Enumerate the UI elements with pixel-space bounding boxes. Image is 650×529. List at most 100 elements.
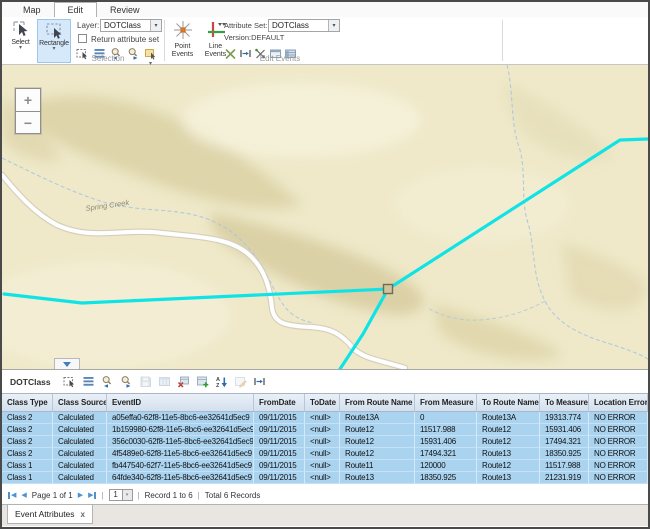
selection-group-label: Selection [82, 54, 134, 63]
last-page-button[interactable]: ▶ [88, 491, 96, 499]
select-by-rectangle-icon[interactable] [63, 375, 76, 388]
point-events-button[interactable]: Point Events [166, 19, 199, 59]
table-toolbar-icons [63, 375, 272, 388]
remove-record-icon[interactable] [177, 375, 190, 388]
page-number-arrow-icon[interactable]: ▾ [123, 489, 133, 501]
table-cell: 4f5489e0-62f8-11e5-8bc6-ee32641d5ec9 [107, 448, 254, 460]
table-row[interactable]: Class 1Calculatedfb447540-62f7-11e5-8bc6… [2, 460, 648, 472]
table-cell: Route12 [477, 436, 540, 448]
table-cell: 09/11/2015 [254, 460, 305, 472]
layer-combobox-arrow-icon[interactable]: ▾ [150, 20, 161, 31]
column-header[interactable]: FromDate [254, 394, 305, 412]
open-table-icon[interactable] [158, 375, 171, 388]
record-range-status: Record 1 to 6 [145, 491, 193, 500]
page-number-dropdown[interactable]: 1 ▾ [109, 489, 133, 501]
column-header[interactable]: From Route Name [340, 394, 415, 412]
map-zoom-control: + − [15, 88, 41, 134]
table-cell: Class 2 [2, 424, 53, 436]
save-edits-icon[interactable] [139, 375, 152, 388]
table-row[interactable]: Class 2Calculated4f5489e0-62f8-11e5-8bc6… [2, 448, 648, 460]
table-cell: 64fde340-62f8-11e5-8bc6-ee32641d5ec9 [107, 472, 254, 484]
return-attribute-set-label: Return attribute set [91, 35, 159, 44]
table-cell: <null> [305, 448, 340, 460]
pagination-bar: ◀ ◀ Page 1 of 1 ▶ ▶ | 1 ▾ | Record 1 to … [2, 486, 648, 504]
selection-options-icon[interactable] [144, 47, 157, 60]
table-cell: NO ERROR [589, 424, 648, 436]
previous-page-button[interactable]: ◀ [21, 491, 26, 499]
table-cell: 21231.919 [540, 472, 589, 484]
table-cell: 09/11/2015 [254, 436, 305, 448]
rectangle-dropdown-arrow-icon[interactable]: ▾ [52, 47, 55, 52]
table-layer-title: DOTClass [10, 377, 51, 387]
table-row[interactable]: Class 2Calculated356c0030-62f8-11e5-8bc6… [2, 436, 648, 448]
map-canvas[interactable]: Spring Creek + − [2, 65, 648, 369]
table-cell: Calculated [53, 436, 107, 448]
zoom-out-button[interactable]: − [16, 111, 40, 133]
remove-event-icon[interactable] [224, 47, 237, 60]
table-cell: Route13A [340, 412, 415, 424]
column-header[interactable]: To Route Name [477, 394, 540, 412]
return-attribute-set-checkbox[interactable] [78, 34, 87, 43]
layer-label: Layer: [77, 21, 99, 30]
table-row[interactable]: Class 1Calculated64fde340-62f8-11e5-8bc6… [2, 472, 648, 484]
zoom-previous-icon[interactable] [101, 375, 114, 388]
table-cell: Route13 [477, 448, 540, 460]
attribute-set-combobox[interactable]: DOTClass ▾ [268, 19, 340, 32]
table-cell: 120000 [415, 460, 477, 472]
table-cell: Calculated [53, 460, 107, 472]
close-tab-icon[interactable]: x [81, 510, 85, 519]
attribute-set-label: Attribute Set: [224, 21, 267, 30]
table-cell: 15931.406 [540, 424, 589, 436]
next-page-button[interactable]: ▶ [78, 491, 83, 499]
selected-junction-marker[interactable] [384, 285, 393, 294]
tab-event-attributes[interactable]: Event Attributes x [7, 505, 93, 524]
column-header[interactable]: From Measure [415, 394, 477, 412]
column-header[interactable]: ToDate [305, 394, 340, 412]
table-cell: 11517.988 [415, 424, 477, 436]
tab-edit[interactable]: Edit [54, 2, 98, 17]
select-dropdown-arrow-icon[interactable]: ▾ [19, 46, 22, 51]
table-cell: <null> [305, 412, 340, 424]
column-header[interactable]: EventID [107, 394, 254, 412]
table-cell: 19313.774 [540, 412, 589, 424]
column-header[interactable]: Class Type [2, 394, 53, 412]
table-row[interactable]: Class 2Calculated1b159980-62f8-11e5-8bc6… [2, 424, 648, 436]
sort-records-icon[interactable] [215, 375, 228, 388]
pager-separator: | [138, 491, 140, 500]
panel-collapse-button[interactable] [54, 358, 80, 369]
table-body: Class 2Calculateda05effa0-62f8-11e5-8bc6… [2, 412, 648, 484]
edit-events-group-label: Edit Events [252, 54, 308, 63]
bottom-tab-bar: Event Attributes x [2, 504, 648, 526]
zoom-in-button[interactable]: + [16, 89, 40, 111]
table-cell: 1b159980-62f8-11e5-8bc6-ee32641d5ec9 [107, 424, 254, 436]
split-event-icon[interactable] [239, 47, 252, 60]
selection-list-icon[interactable] [82, 375, 95, 388]
column-header[interactable]: Location Error [589, 394, 648, 412]
attribute-set-combobox-arrow-icon[interactable]: ▾ [328, 20, 339, 31]
table-cell: 09/11/2015 [254, 412, 305, 424]
tab-event-attributes-label: Event Attributes [15, 509, 75, 519]
table-cell: Route12 [340, 424, 415, 436]
split-record-icon[interactable] [253, 375, 266, 388]
table-cell: Calculated [53, 448, 107, 460]
first-page-button[interactable]: ◀ [8, 491, 16, 499]
column-header[interactable]: Class Source [53, 394, 107, 412]
table-cell: <null> [305, 460, 340, 472]
table-cell: Route12 [340, 448, 415, 460]
layer-combobox[interactable]: DOTClass ▾ [100, 19, 162, 32]
select-tool-button[interactable]: Select ▾ [5, 19, 36, 63]
rectangle-tool-button[interactable]: Rectangle ▾ [37, 19, 71, 63]
column-header[interactable]: To Measure [540, 394, 589, 412]
tab-review[interactable]: Review [97, 3, 153, 17]
table-cell: Class 2 [2, 436, 53, 448]
table-cell: 0 [415, 412, 477, 424]
table-cell: NO ERROR [589, 412, 648, 424]
tab-map[interactable]: Map [10, 3, 54, 17]
table-cell: NO ERROR [589, 436, 648, 448]
page-number-value: 1 [109, 489, 123, 501]
add-record-icon[interactable] [196, 375, 209, 388]
edit-record-icon[interactable] [234, 375, 247, 388]
zoom-next-icon[interactable] [120, 375, 133, 388]
table-row[interactable]: Class 2Calculateda05effa0-62f8-11e5-8bc6… [2, 412, 648, 424]
layer-combobox-value: DOTClass [101, 21, 150, 30]
